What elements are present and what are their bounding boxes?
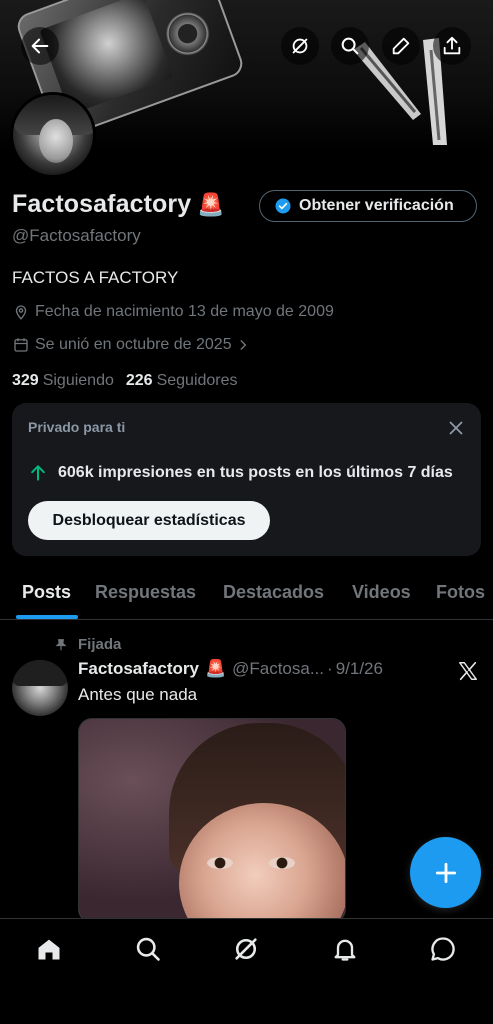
active-tab-indicator [16,615,78,619]
nav-search[interactable] [133,934,163,964]
display-name: Factosafactory [12,190,192,218]
arrow-up-icon [31,465,45,481]
x-logo-icon[interactable] [457,660,479,682]
display-name-row: Factosafactory 🚨 [12,190,225,219]
messages-icon [431,937,455,961]
grok-button[interactable] [281,27,319,65]
search-icon [136,937,160,961]
private-stats-card: Privado para ti 606k impresiones en tus … [12,403,481,556]
close-icon[interactable] [445,417,467,439]
nav-messages[interactable] [428,934,458,964]
compose-post-button[interactable] [410,837,481,908]
nav-notifications[interactable] [330,934,360,964]
edit-button[interactable] [382,27,420,65]
plus-icon [435,862,456,883]
grok-icon [292,38,308,54]
profile-tabs: Posts Respuestas Destacados Videos Fotos [0,570,493,620]
edit-pencil-icon [392,37,410,55]
post-date: 9/1/26 [335,659,383,678]
back-button[interactable] [21,27,59,65]
profile-handle: @Factosafactory [12,226,141,245]
profile-avatar[interactable] [10,92,96,178]
nav-grok[interactable] [231,934,261,964]
joined-text: Se unió en octubre de 2025 [35,336,232,353]
joined-row[interactable]: Se unió en octubre de 2025 [12,336,255,354]
get-verified-button[interactable]: Obtener verificación [259,190,477,222]
profile-bio: FACTOS A FACTORY [12,268,179,287]
followers-link[interactable]: 226 Seguidores [126,372,238,390]
get-verified-label: Obtener verificación [299,197,454,214]
share-button[interactable] [433,27,471,65]
nav-home[interactable] [34,934,64,964]
post-siren-emoji: 🚨 [204,659,227,678]
siren-emoji: 🚨 [197,191,225,217]
location-pin-icon [15,305,27,320]
post-author-handle: @Factosa... [232,659,325,678]
impressions-text: 606k impresiones en tus posts en los últ… [58,464,453,481]
unlock-stats-button[interactable]: Desbloquear estadísticas [28,501,270,540]
pin-icon [55,638,67,650]
search-icon [341,37,359,55]
post-media-image[interactable] [78,718,346,923]
chevron-right-icon [240,340,246,350]
tab-replies[interactable]: Respuestas [95,582,196,603]
tab-posts[interactable]: Posts [22,582,71,603]
impressions-line: 606k impresiones en tus posts en los últ… [28,463,453,483]
follow-stats: 329 Siguiendo 226 Seguidores [12,372,238,390]
tab-videos[interactable]: Videos [352,582,411,603]
notifications-bell-icon [334,939,356,961]
birthdate-row: Fecha de nacimiento 13 de mayo de 2009 [12,303,334,321]
post-header: Factosafactory 🚨 @Factosa... · 9/1/26 [78,659,383,679]
birthdate-text: Fecha de nacimiento 13 de mayo de 2009 [35,303,334,320]
share-icon [443,36,461,55]
post-author-name[interactable]: Factosafactory [78,659,199,679]
tab-highlights[interactable]: Destacados [223,582,324,603]
verified-badge-icon [275,198,291,214]
post-separator-dot: · [327,659,333,678]
back-arrow-icon [31,38,49,54]
following-link[interactable]: 329 Siguiendo [12,372,114,390]
bottom-navigation [0,918,493,1024]
search-button[interactable] [331,27,369,65]
grok-icon [235,938,257,960]
calendar-icon [14,338,28,352]
pinned-text: Fijada [78,636,122,653]
home-icon [38,939,60,960]
tab-photos[interactable]: Fotos [436,582,485,603]
post-text: Antes que nada [78,685,198,704]
post-author-avatar[interactable] [12,660,68,716]
card-title: Privado para ti [28,419,126,435]
pinned-label-row: Fijada [54,636,121,653]
